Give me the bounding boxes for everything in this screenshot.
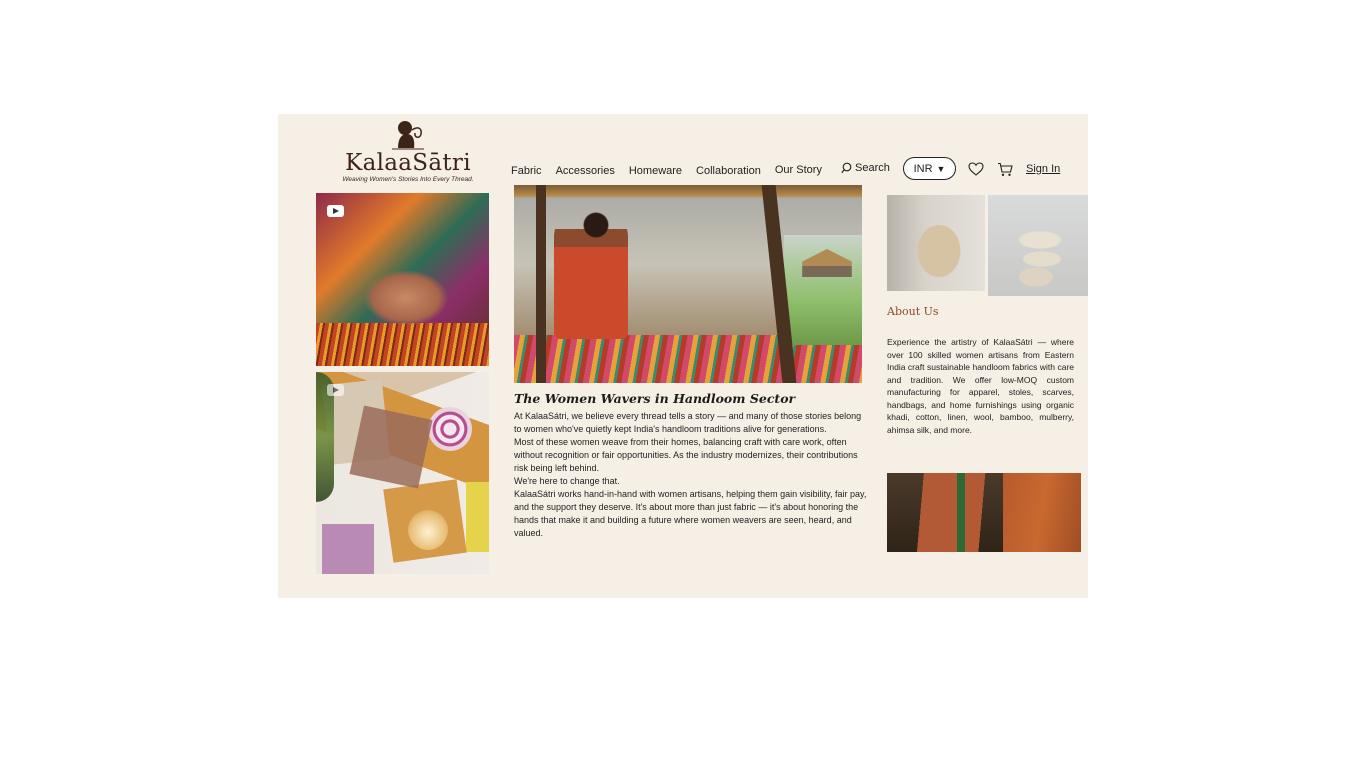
currency-selector[interactable]: INR ▼: [903, 157, 956, 180]
weaving-hands-video[interactable]: [316, 193, 489, 366]
handbag-product-image[interactable]: [887, 195, 985, 291]
woman-weaver-hero-image: [514, 185, 862, 383]
nav-item-collaboration[interactable]: Collaboration: [696, 165, 761, 177]
search-button[interactable]: Search: [841, 162, 890, 174]
main-nav: Fabric Accessories Homeware Collaboratio…: [511, 160, 836, 182]
nav-item-our-story[interactable]: Our Story: [775, 164, 822, 176]
nav-item-homeware[interactable]: Homeware: [629, 165, 682, 177]
brand-name: KalaaSātri: [345, 150, 471, 176]
article-paragraph: We're here to change that.: [514, 476, 620, 486]
article-paragraph: At KalaaSátri, we believe every thread t…: [514, 411, 862, 434]
brand-tagline: Weaving Women's Stories Into Every Threa…: [342, 176, 474, 183]
saree-fabric-image[interactable]: [887, 473, 1081, 552]
page-frame: KalaaSātri Weaving Women's Stories Into …: [278, 114, 1088, 598]
natural-dyes-video[interactable]: [316, 372, 489, 574]
sign-in-link[interactable]: Sign In: [1026, 163, 1060, 175]
cart-icon[interactable]: [997, 162, 1013, 177]
article-title: The Women Wavers in Handloom Sector: [514, 391, 796, 406]
woman-weaver-logo-icon: [392, 121, 424, 150]
nav-item-accessories[interactable]: Accessories: [556, 165, 615, 177]
brand-logo[interactable]: KalaaSātri Weaving Women's Stories Into …: [340, 118, 476, 184]
video-play-icon: [327, 384, 344, 396]
article-body: At KalaaSátri, we believe every thread t…: [514, 410, 870, 540]
article-paragraph: Most of these women weave from their hom…: [514, 437, 858, 473]
chevron-down-icon: ▼: [936, 163, 946, 174]
nav-item-fabric[interactable]: Fabric: [511, 165, 542, 177]
about-us-text: Experience the artistry of KalaaSátri — …: [887, 337, 1074, 435]
cushions-product-image[interactable]: [988, 195, 1088, 296]
heart-icon[interactable]: [968, 162, 984, 176]
search-label: Search: [855, 162, 890, 174]
currency-value: INR: [913, 162, 933, 175]
video-play-icon: [327, 205, 344, 217]
article-paragraph: KalaaSátri works hand-in-hand with women…: [514, 489, 867, 538]
about-us-heading: About Us: [887, 305, 939, 318]
search-icon: [841, 162, 852, 174]
